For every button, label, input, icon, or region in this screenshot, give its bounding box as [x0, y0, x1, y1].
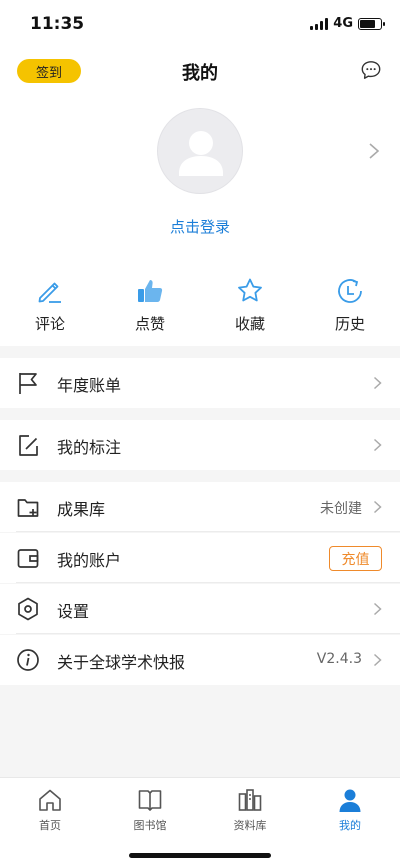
- user-icon: [339, 789, 361, 812]
- achievements-status: 未创建: [320, 501, 362, 517]
- tab-label: 首页: [39, 819, 61, 832]
- tab-label: 图书馆: [133, 819, 167, 832]
- thumbs-up-icon: [138, 280, 163, 302]
- chevron-right-icon: [373, 602, 382, 616]
- chevron-right-icon: [373, 653, 382, 667]
- status-bar: 11:35 4G: [0, 0, 400, 48]
- pencil-icon: [38, 282, 61, 303]
- profile-section[interactable]: 点击登录: [0, 94, 400, 258]
- divider: [16, 531, 400, 532]
- chevron-right-icon[interactable]: [368, 142, 380, 160]
- info-icon: [17, 649, 39, 671]
- menu-about[interactable]: 关于全球学术快报 V2.4.3: [0, 635, 400, 685]
- screen: 11:35 4G 签到 我的 点击登录 评论 点赞 收藏 历史 年度账单 我的标…: [0, 0, 400, 867]
- home-icon: [39, 789, 61, 811]
- signal-icon: [310, 17, 329, 30]
- page-title: 我的: [182, 63, 218, 84]
- tab-mine[interactable]: 我的: [300, 778, 400, 867]
- divider: [16, 582, 400, 583]
- network-label: 4G: [333, 16, 353, 31]
- menu-label: 我的账户: [57, 551, 122, 570]
- library-icon: [238, 789, 262, 811]
- menu-label: 我的标注: [57, 438, 122, 457]
- tab-label: 资料库: [233, 819, 267, 832]
- header: 签到 我的: [0, 48, 400, 94]
- menu-label: 关于全球学术快报: [57, 653, 186, 672]
- menu-settings[interactable]: 设置: [0, 584, 400, 634]
- login-link[interactable]: 点击登录: [0, 216, 400, 237]
- battery-icon: [358, 17, 385, 30]
- tab-home[interactable]: 首页: [0, 778, 100, 867]
- quick-actions: 评论 点赞 收藏 历史: [0, 258, 400, 346]
- hexagon-settings-icon: [18, 597, 38, 621]
- history-clock-icon: [338, 279, 362, 303]
- chevron-right-icon: [373, 438, 382, 452]
- folder-add-icon: [17, 499, 39, 517]
- app-version: V2.4.3: [316, 651, 362, 667]
- book-icon: [138, 790, 162, 811]
- home-indicator[interactable]: [129, 853, 271, 858]
- flag-icon: [19, 373, 37, 394]
- menu-label: 成果库: [57, 500, 106, 519]
- divider: [16, 633, 400, 634]
- status-indicators: 4G: [310, 16, 385, 31]
- quick-action-likes[interactable]: 点赞: [100, 258, 200, 346]
- quick-action-history[interactable]: 历史: [300, 258, 400, 346]
- menu-label: 设置: [57, 602, 90, 621]
- chevron-right-icon: [373, 376, 382, 390]
- menu-achievements[interactable]: 成果库 未创建: [0, 482, 400, 532]
- status-time: 11:35: [30, 14, 85, 34]
- message-icon[interactable]: [360, 59, 382, 81]
- star-icon: [238, 278, 262, 302]
- recharge-button[interactable]: 充值: [329, 546, 382, 571]
- menu-my-account[interactable]: 我的账户 充值: [0, 533, 400, 583]
- avatar[interactable]: [157, 108, 243, 194]
- quick-action-comments[interactable]: 评论: [0, 258, 100, 346]
- chevron-right-icon: [373, 500, 382, 514]
- quick-action-favorites[interactable]: 收藏: [200, 258, 300, 346]
- quick-action-label: 历史: [334, 315, 365, 333]
- quick-action-label: 评论: [34, 315, 65, 333]
- edit-square-icon: [19, 435, 38, 456]
- wallet-icon: [17, 549, 39, 568]
- menu-label: 年度账单: [57, 376, 122, 395]
- quick-action-label: 收藏: [234, 315, 265, 333]
- user-placeholder-icon: [179, 131, 223, 176]
- tab-label: 我的: [339, 819, 361, 832]
- menu-annual-bill[interactable]: 年度账单: [0, 358, 400, 408]
- menu-my-annotations[interactable]: 我的标注: [0, 420, 400, 470]
- quick-action-label: 点赞: [134, 315, 165, 333]
